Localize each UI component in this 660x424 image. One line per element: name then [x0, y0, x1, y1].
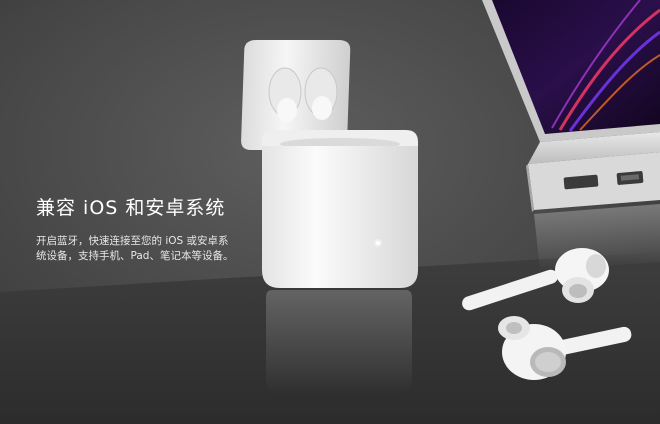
case-reflection	[266, 290, 412, 394]
feature-body-line-1: 开启蓝牙，快速连接至您的 iOS 或安卓系	[36, 235, 229, 247]
feature-headline: 兼容 iOS 和安卓系统	[36, 197, 226, 219]
feature-copy: 兼容 iOS 和安卓系统 开启蓝牙，快速连接至您的 iOS 或安卓系 统设备，支…	[36, 196, 233, 264]
feature-body-line-2: 统设备，支持手机、Pad、笔记本等设备。	[36, 250, 234, 262]
product-hero-image: 兼容 iOS 和安卓系统 开启蓝牙，快速连接至您的 iOS 或安卓系 统设备，支…	[0, 0, 660, 424]
